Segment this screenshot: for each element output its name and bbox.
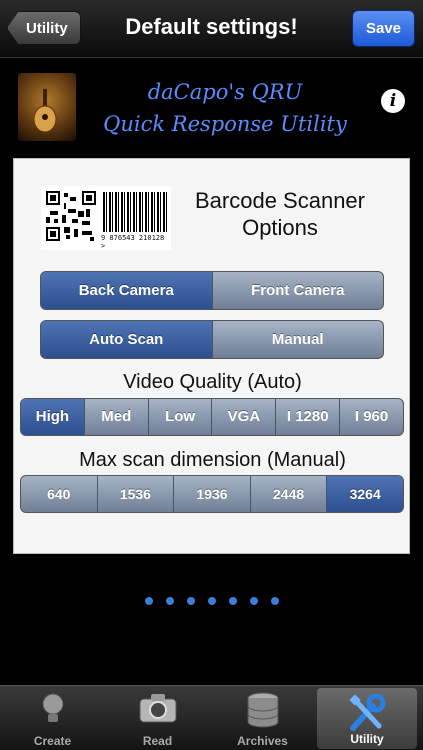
- tab-label: Read: [142, 734, 173, 748]
- app-name: daCapo's QRU Quick Response Utility: [80, 76, 370, 140]
- app-name-line1: daCapo's QRU: [147, 80, 303, 104]
- tab-label: Create: [33, 734, 72, 748]
- tab-label: Utility: [350, 732, 384, 746]
- tab-bar: Create Read Archives Utility: [0, 685, 423, 750]
- scan-3264-segment[interactable]: 3264: [327, 476, 403, 512]
- tab-utility[interactable]: Utility: [317, 688, 417, 749]
- page-dot: [144, 597, 153, 605]
- barcode-number: 9 876543 210128 >: [101, 234, 165, 250]
- info-icon[interactable]: i: [381, 89, 405, 113]
- scan-1936-segment[interactable]: 1936: [174, 476, 251, 512]
- navigation-bar: Utility Default settings! Save: [0, 0, 423, 58]
- page-dot: [228, 597, 237, 605]
- options-title: Barcode Scanner Options: [184, 187, 376, 241]
- app-name-line2: Quick Response Utility: [103, 112, 347, 136]
- quality-low-segment[interactable]: Low: [149, 399, 213, 435]
- max-scan-selector: 640 1536 1936 2448 3264: [20, 475, 404, 513]
- code-preview: 9 876543 210128 >: [41, 186, 171, 250]
- page-dot: [165, 597, 174, 605]
- front-camera-segment[interactable]: Front Canera: [213, 272, 384, 309]
- scan-1536-segment[interactable]: 1536: [98, 476, 175, 512]
- camera-icon: [139, 694, 176, 723]
- max-scan-label: Max scan dimension (Manual): [79, 449, 346, 471]
- tab-label: Archives: [237, 734, 288, 748]
- page-dot: [207, 597, 216, 605]
- manual-segment[interactable]: Manual: [213, 321, 384, 358]
- guitar-icon: [33, 89, 57, 133]
- tab-read[interactable]: Read: [105, 686, 210, 750]
- scan-2448-segment[interactable]: 2448: [251, 476, 328, 512]
- video-quality-selector: High Med Low VGA I 1280 I 960: [20, 398, 404, 436]
- scan-640-segment[interactable]: 640: [21, 476, 98, 512]
- back-camera-segment[interactable]: Back Camera: [41, 272, 213, 309]
- settings-panel: 9 876543 210128 > Barcode Scanner Option…: [13, 158, 410, 554]
- database-icon: [247, 692, 278, 728]
- quality-high-segment[interactable]: High: [21, 399, 85, 435]
- barcode-icon: [103, 192, 167, 232]
- page-dot: [186, 597, 195, 605]
- tab-create[interactable]: Create: [0, 686, 105, 750]
- quality-960-segment[interactable]: I 960: [340, 399, 403, 435]
- quality-1280-segment[interactable]: I 1280: [276, 399, 341, 435]
- auto-scan-segment[interactable]: Auto Scan: [41, 321, 213, 358]
- quality-vga-segment[interactable]: VGA: [212, 399, 277, 435]
- quality-med-segment[interactable]: Med: [85, 399, 149, 435]
- page-indicator[interactable]: [0, 597, 423, 605]
- tab-archives[interactable]: Archives: [210, 686, 315, 750]
- save-button[interactable]: Save: [352, 10, 415, 47]
- lightbulb-icon: [42, 693, 63, 722]
- page-dot: [270, 597, 279, 605]
- options-title-line2: Options: [242, 215, 318, 240]
- scan-mode-selector: Auto Scan Manual: [40, 320, 384, 359]
- tools-icon: [349, 694, 386, 731]
- camera-selector: Back Camera Front Canera: [40, 271, 384, 310]
- qr-code-icon: [46, 191, 96, 241]
- app-logo: [18, 73, 76, 141]
- video-quality-label: Video Quality (Auto): [123, 371, 302, 393]
- options-title-line1: Barcode Scanner: [195, 188, 365, 213]
- page-dot: [249, 597, 258, 605]
